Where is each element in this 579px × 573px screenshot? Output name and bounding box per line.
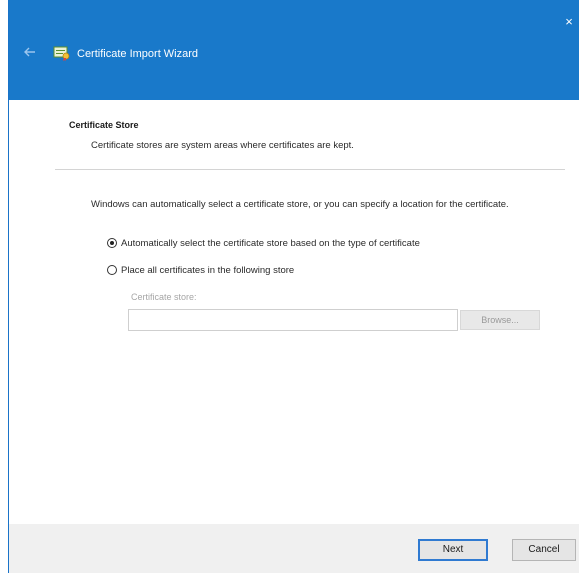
radio-place-label: Place all certificates in the following … [121, 264, 295, 276]
close-button[interactable]: × [558, 12, 579, 32]
intro-text: Windows can automatically select a certi… [91, 199, 509, 210]
certificate-import-wizard-window: Certificate Import Wizard × Certificate … [8, 0, 579, 573]
certificate-icon [53, 45, 71, 61]
radio-place-in-store[interactable]: Place all certificates in the following … [107, 263, 294, 277]
cancel-button[interactable]: Cancel [512, 539, 576, 561]
certificate-store-label: Certificate store: [131, 292, 197, 302]
section-title: Certificate Store [69, 120, 139, 130]
back-arrow-icon[interactable] [23, 45, 37, 59]
radio-auto-label: Automatically select the certificate sto… [121, 237, 420, 249]
divider [55, 169, 565, 170]
window-title: Certificate Import Wizard [77, 48, 199, 60]
radio-button-unchecked[interactable] [107, 265, 117, 275]
radio-auto-select[interactable]: Automatically select the certificate sto… [107, 236, 420, 250]
section-subtitle: Certificate stores are system areas wher… [91, 140, 354, 151]
next-button[interactable]: Next [418, 539, 488, 561]
certificate-store-input[interactable] [128, 309, 458, 331]
footer-bar: Next Cancel [9, 524, 579, 573]
radio-button-checked[interactable] [107, 238, 117, 248]
title-bar: Certificate Import Wizard × [9, 0, 579, 100]
browse-button[interactable]: Browse... [460, 310, 540, 330]
